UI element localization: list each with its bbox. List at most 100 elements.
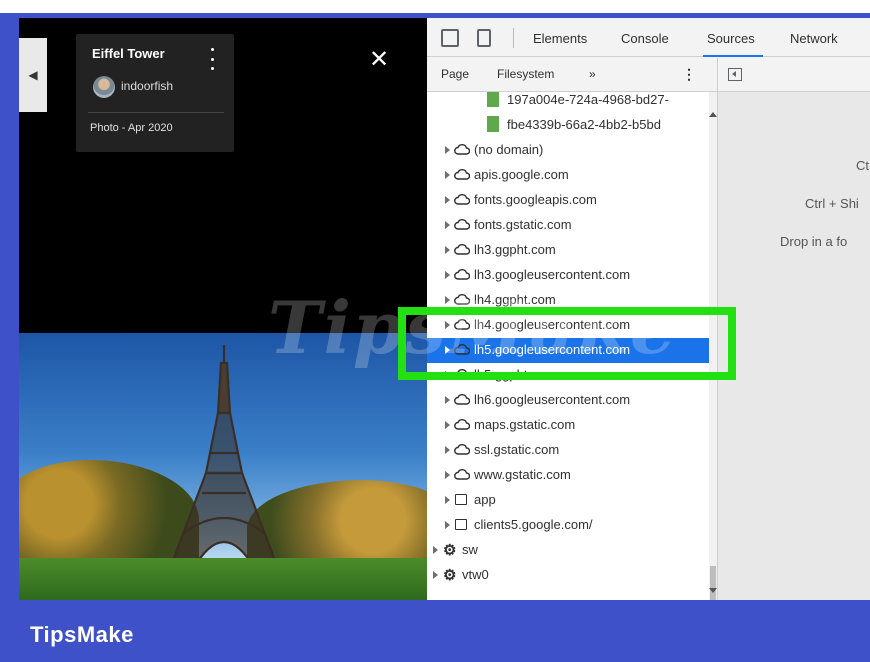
editor-hint-3: Drop in a fo	[780, 234, 848, 249]
tree-row-label: fonts.gstatic.com	[474, 217, 572, 232]
tab-network[interactable]: Network	[790, 31, 838, 46]
device-toolbar-icon[interactable]	[477, 29, 491, 47]
tree-row[interactable]: lh3.googleusercontent.com	[427, 263, 709, 288]
tree-row[interactable]: lh3.ggpht.com	[427, 238, 709, 263]
more-options-icon[interactable]	[206, 48, 218, 70]
cloud-icon	[454, 467, 471, 481]
tree-row[interactable]: ⚙ sw	[427, 538, 709, 563]
gear-icon: ⚙	[443, 542, 457, 559]
folder-icon	[455, 519, 467, 530]
eiffel-tower-photo	[19, 333, 427, 600]
expand-arrow-icon[interactable]	[445, 396, 450, 404]
expand-arrow-icon[interactable]	[445, 421, 450, 429]
tree-row[interactable]: 197a004e-724a-4968-bd27-	[427, 92, 709, 113]
inspect-element-icon[interactable]	[441, 29, 459, 47]
tree-row-label: fbe4339b-66a2-4bb2-b5bd	[507, 117, 661, 132]
tree-row-label: (no domain)	[474, 142, 544, 157]
tree-row-label: ssl.gstatic.com	[474, 442, 560, 457]
cloud-icon	[454, 267, 471, 281]
expand-arrow-icon[interactable]	[433, 571, 438, 579]
avatar[interactable]	[93, 76, 115, 98]
tab-filesystem[interactable]: Filesystem	[497, 67, 554, 81]
highlight-box	[398, 307, 736, 380]
expand-arrow-icon[interactable]	[445, 221, 450, 229]
photo-info-card: Eiffel Tower indoorfish Photo - Apr 2020	[76, 34, 234, 152]
cloud-icon	[454, 167, 471, 181]
devtools-toolbar: Elements Console Sources Network	[427, 18, 870, 57]
brand-label: TipsMake	[30, 622, 134, 647]
tree-row-label: apis.google.com	[474, 167, 569, 182]
expand-arrow-icon[interactable]	[445, 146, 450, 154]
username[interactable]: indoorfish	[121, 79, 173, 93]
expand-arrow-icon[interactable]	[445, 246, 450, 254]
tree-row[interactable]: clients5.google.com/	[427, 513, 709, 538]
photo-date: Photo - Apr 2020	[90, 122, 173, 134]
cloud-icon	[454, 142, 471, 156]
tree-row-label: fonts.googleapis.com	[474, 192, 597, 207]
photo-title: Eiffel Tower	[92, 46, 165, 61]
tree-row-label: maps.gstatic.com	[474, 417, 576, 432]
gear-icon: ⚙	[443, 567, 457, 584]
expand-arrow-icon[interactable]	[445, 171, 450, 179]
editor-toolbar	[718, 58, 870, 92]
scrollbar-thumb[interactable]	[710, 566, 716, 600]
top-border	[0, 0, 870, 13]
cloud-icon	[454, 442, 471, 456]
cloud-icon	[454, 292, 471, 306]
file-icon	[487, 92, 499, 107]
divider	[88, 112, 224, 113]
tab-elements[interactable]: Elements	[533, 31, 587, 46]
expand-arrow-icon[interactable]	[445, 521, 450, 529]
tab-page[interactable]: Page	[441, 67, 469, 81]
eiffel-tower-image	[167, 345, 281, 573]
editor-hint-2: Ctrl + Shi	[805, 196, 859, 211]
expand-arrow-icon[interactable]	[445, 496, 450, 504]
toggle-navigator-icon[interactable]	[728, 68, 742, 81]
tab-sources[interactable]: Sources	[707, 31, 755, 46]
cloud-icon	[454, 417, 471, 431]
scroll-up-arrow-icon[interactable]	[709, 112, 717, 117]
photo-viewer: ◀ Eiffel Tower indoorfish Photo - Apr 20…	[19, 18, 427, 600]
tree-row[interactable]: fonts.gstatic.com	[427, 213, 709, 238]
tree-row-label: lh4.ggpht.com	[474, 292, 556, 307]
cloud-icon	[454, 217, 471, 231]
navigator-tabs: Page Filesystem » ⋮	[427, 58, 717, 92]
tree-row[interactable]: www.gstatic.com	[427, 463, 709, 488]
tree-row[interactable]: lh6.googleusercontent.com	[427, 388, 709, 413]
tree-row[interactable]: (no domain)	[427, 138, 709, 163]
expand-arrow-icon[interactable]	[445, 446, 450, 454]
editor-hint-1: Ct	[856, 158, 869, 173]
tree-row-label: 197a004e-724a-4968-bd27-	[507, 92, 669, 107]
tree-row-label: app	[474, 492, 496, 507]
active-tab-indicator	[703, 55, 763, 57]
editor-area: Ct Ctrl + Shi Drop in a fo	[717, 58, 870, 600]
cloud-icon	[454, 242, 471, 256]
tree-row[interactable]: app	[427, 488, 709, 513]
expand-arrow-icon[interactable]	[445, 296, 450, 304]
close-icon[interactable]: ✕	[369, 48, 389, 72]
tree-row-label: lh3.googleusercontent.com	[474, 267, 631, 282]
tree-row[interactable]: maps.gstatic.com	[427, 413, 709, 438]
tree-row[interactable]: ssl.gstatic.com	[427, 438, 709, 463]
tree-row-label: vtw0	[462, 567, 489, 582]
previous-photo-button[interactable]: ◀	[19, 38, 47, 112]
tree-row[interactable]: ⚙ vtw0	[427, 563, 709, 588]
tree-row[interactable]: fonts.googleapis.com	[427, 188, 709, 213]
tree-row-label: lh3.ggpht.com	[474, 242, 556, 257]
folder-icon	[455, 494, 467, 505]
tab-console[interactable]: Console	[621, 31, 669, 46]
tree-row-label: clients5.google.com/	[474, 517, 593, 532]
cloud-icon	[454, 392, 471, 406]
more-tabs-button[interactable]: »	[589, 67, 596, 81]
tree-row[interactable]: apis.google.com	[427, 163, 709, 188]
tree-row-label: sw	[462, 542, 478, 557]
navigator-menu-icon[interactable]: ⋮	[682, 66, 696, 83]
toolbar-separator	[513, 28, 514, 48]
expand-arrow-icon[interactable]	[433, 546, 438, 554]
tree-row[interactable]: fbe4339b-66a2-4bb2-b5bd	[427, 113, 709, 138]
expand-arrow-icon[interactable]	[445, 196, 450, 204]
expand-arrow-icon[interactable]	[445, 271, 450, 279]
cloud-icon	[454, 192, 471, 206]
expand-arrow-icon[interactable]	[445, 471, 450, 479]
scroll-down-arrow-icon[interactable]	[709, 588, 717, 593]
